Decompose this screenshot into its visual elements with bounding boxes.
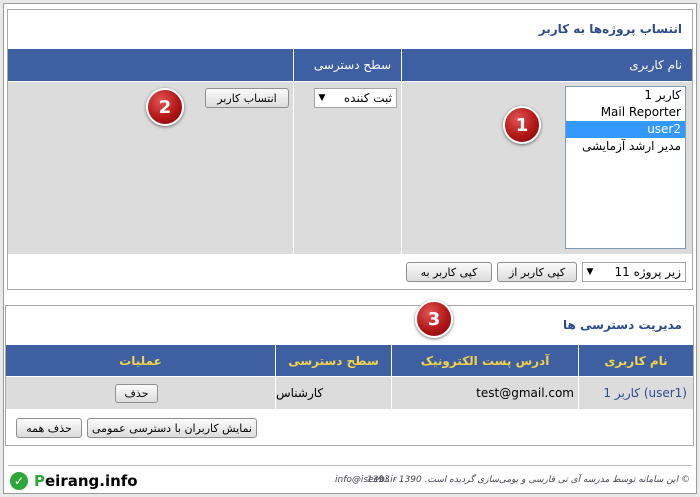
step-badge-3: 3 [415, 300, 453, 338]
access-level-select[interactable]: ▼ ثبت کننده [314, 88, 397, 108]
peirang-logo: ✓ Peirang.info [10, 472, 138, 490]
access-level-select-value: ثبت کننده [343, 91, 392, 105]
logo-first-letter: P [34, 472, 45, 490]
logo-rest: eirang.info [45, 472, 138, 490]
table-row-email: test@gmail.com [392, 377, 578, 409]
chevron-down-icon: ▼ [318, 93, 326, 103]
header-access-level: سطح دسترسی [294, 49, 401, 81]
logo-text: Peirang.info [34, 472, 138, 490]
access-panel-title: مدیریت دسترسی ها [563, 318, 682, 332]
user-link[interactable]: کاربر 1 (user1) [603, 386, 687, 400]
user-option[interactable]: کاربر 1 [566, 87, 685, 104]
footer-copyright: © این سامانه توسط مدرسه آی تی فارسی و بو… [366, 475, 690, 485]
user-option[interactable]: مدیر ارشد آزمایشی [566, 138, 685, 155]
table-row-username-cell: کاربر 1 (user1) [579, 377, 693, 409]
delete-all-button[interactable]: حذف همه [16, 418, 82, 438]
delete-row-button[interactable]: حذف [115, 384, 158, 403]
footer-divider [8, 465, 692, 466]
user-option[interactable]: Mail Reporter [566, 104, 685, 121]
header-username-label: نام کاربری [629, 58, 682, 72]
th-actions: عملیات [6, 345, 275, 376]
header-access-level-label: سطح دسترسی [313, 58, 391, 72]
assign-user-button[interactable]: انتساب کاربر [205, 88, 289, 108]
user-listbox[interactable]: کاربر 1 Mail Reporter user2 مدیر ارشد آز… [565, 86, 686, 249]
assign-panel-title: انتساب پروژه‌ها به کاربر [538, 22, 682, 36]
check-icon: ✓ [10, 472, 28, 490]
th-email: آدرس پست الکترونیک [392, 345, 578, 376]
show-public-users-button[interactable]: نمایش کاربران با دسترسی عمومی [87, 418, 257, 438]
copy-user-from-button[interactable]: کپی کاربر از [497, 262, 577, 282]
user-option-selected[interactable]: user2 [566, 121, 685, 138]
copy-user-to-button[interactable]: کپی کاربر به [406, 262, 492, 282]
chevron-down-icon: ▼ [586, 267, 594, 277]
step-badge-2: 2 [146, 88, 184, 126]
th-access-level: سطح دسترسی [276, 345, 391, 376]
subproject-select-value: زیر پروژه 11 [614, 265, 681, 279]
step-badge-1: 1 [503, 106, 541, 144]
header-blank [8, 49, 293, 81]
th-username: نام کاربری [579, 345, 693, 376]
table-row-access-level: کارشناس [276, 377, 391, 409]
subproject-select[interactable]: ▼ زیر پروژه 11 [582, 262, 686, 282]
header-username: نام کاربری [402, 49, 692, 81]
